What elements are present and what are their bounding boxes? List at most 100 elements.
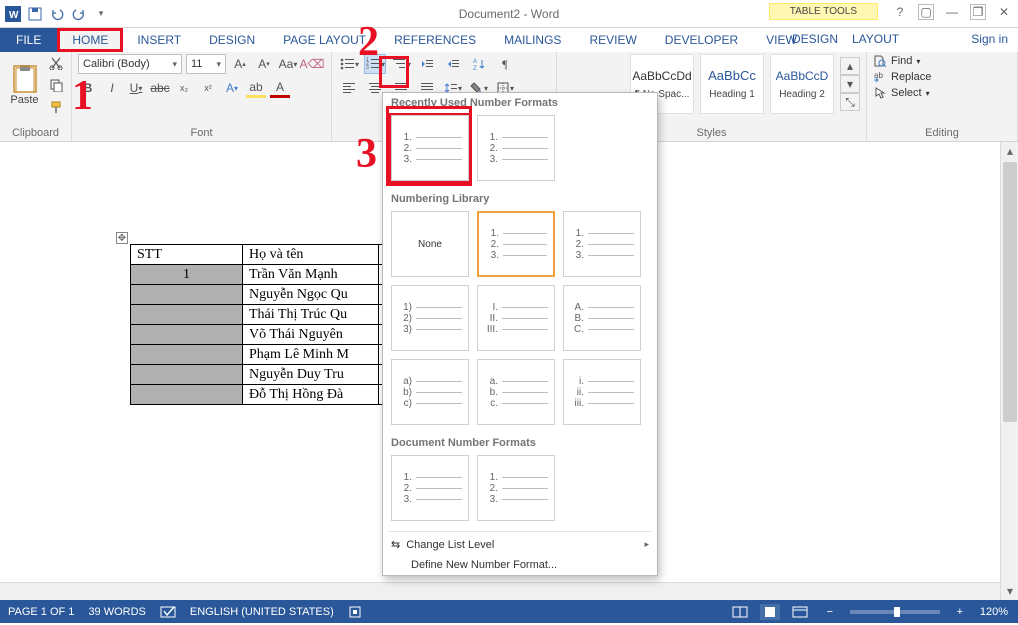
underline-button[interactable]: U▾ xyxy=(126,78,146,98)
sort-button[interactable]: AZ xyxy=(468,54,490,74)
tab-mailings[interactable]: MAILINGS xyxy=(490,28,575,52)
font-size-combo[interactable]: 11▾ xyxy=(186,54,226,74)
table-cell[interactable] xyxy=(131,365,243,385)
font-family-combo[interactable]: Calibri (Body)▾ xyxy=(78,54,182,74)
text-effects-icon[interactable]: A▾ xyxy=(222,78,242,98)
table-cell[interactable] xyxy=(131,285,243,305)
table-cell[interactable] xyxy=(131,305,243,325)
zoom-out-icon[interactable]: − xyxy=(820,604,840,620)
undo-icon[interactable] xyxy=(48,5,66,23)
multilevel-list-button[interactable]: ▾ xyxy=(390,54,412,74)
table-header-cell[interactable]: Họ và tên xyxy=(243,245,379,265)
cut-icon[interactable] xyxy=(47,54,65,72)
replace-button[interactable]: ab Replace xyxy=(873,70,931,84)
table-cell[interactable]: Nguyễn Ngọc Qu xyxy=(243,285,379,305)
signin-link[interactable]: Sign in xyxy=(971,32,1008,46)
font-color-icon[interactable]: A xyxy=(270,78,290,98)
table-cell[interactable]: Đỗ Thị Hồng Đà xyxy=(243,385,379,405)
show-marks-button[interactable]: ¶ xyxy=(494,54,516,74)
align-left-button[interactable] xyxy=(338,78,360,98)
highlight-icon[interactable]: ab xyxy=(246,78,266,98)
shrink-font-icon[interactable]: A▾ xyxy=(254,54,274,74)
restore-icon[interactable]: ❐ xyxy=(970,4,986,20)
copy-icon[interactable] xyxy=(47,76,65,94)
style-heading-1[interactable]: AaBbCc Heading 1 xyxy=(700,54,764,114)
scroll-thumb[interactable] xyxy=(1003,162,1017,422)
styles-expand-icon[interactable]: ⤡ xyxy=(840,93,860,111)
status-language[interactable]: ENGLISH (UNITED STATES) xyxy=(190,606,334,618)
numbering-option-lib-8[interactable]: i. ii. iii. xyxy=(563,359,641,425)
minimize-icon[interactable]: — xyxy=(944,4,960,20)
zoom-slider[interactable] xyxy=(850,610,940,614)
status-words[interactable]: 39 WORDS xyxy=(88,606,145,618)
clear-formatting-icon[interactable]: A⌫ xyxy=(302,54,322,74)
styles-scroll-down-icon[interactable]: ▾ xyxy=(840,75,860,93)
table-cell[interactable]: Thái Thị Trúc Qu xyxy=(243,305,379,325)
tab-home[interactable]: HOME xyxy=(57,28,123,52)
numbering-option-lib-6[interactable]: a) b) c) xyxy=(391,359,469,425)
numbering-option-lib-5[interactable]: A. B. C. xyxy=(563,285,641,351)
tab-references[interactable]: REFERENCES xyxy=(380,28,490,52)
define-new-number-format[interactable]: Define New Number Format... xyxy=(383,555,657,575)
numbering-option-lib-3[interactable]: 1) 2) 3) xyxy=(391,285,469,351)
close-icon[interactable]: ✕ xyxy=(996,4,1012,20)
numbering-option-recent-1[interactable]: 1. 2. 3. xyxy=(391,115,469,181)
table-cell[interactable]: Võ Thái Nguyên xyxy=(243,325,379,345)
horizontal-scrollbar[interactable] xyxy=(0,582,1000,600)
help-icon[interactable]: ? xyxy=(892,4,908,20)
tab-review[interactable]: REVIEW xyxy=(575,28,650,52)
subscript-button[interactable]: x₂ xyxy=(174,78,194,98)
qat-customize-icon[interactable]: ▾ xyxy=(92,5,110,23)
grow-font-icon[interactable]: A▴ xyxy=(230,54,250,74)
scroll-down-icon[interactable]: ▾ xyxy=(1001,582,1018,600)
superscript-button[interactable]: x² xyxy=(198,78,218,98)
tab-developer[interactable]: DEVELOPER xyxy=(651,28,752,52)
table-header-cell[interactable]: STT xyxy=(131,245,243,265)
change-list-level[interactable]: ⇆ Change List Level ▸ xyxy=(383,534,657,555)
numbering-option-lib-2[interactable]: 1. 2. 3. xyxy=(563,211,641,277)
table-cell[interactable] xyxy=(131,385,243,405)
scroll-up-icon[interactable]: ▴ xyxy=(1001,142,1018,160)
table-cell[interactable]: 1 xyxy=(131,265,243,285)
table-cell[interactable] xyxy=(131,325,243,345)
ribbon-options-icon[interactable]: ▢ xyxy=(918,4,934,20)
numbering-option-none[interactable]: None xyxy=(391,211,469,277)
redo-icon[interactable] xyxy=(70,5,88,23)
strikethrough-button[interactable]: abc xyxy=(150,78,170,98)
table-cell[interactable]: Phạm Lê Minh M xyxy=(243,345,379,365)
zoom-level[interactable]: 120% xyxy=(980,606,1008,618)
view-print-layout-icon[interactable] xyxy=(760,604,780,620)
table-cell[interactable]: Nguyễn Duy Tru xyxy=(243,365,379,385)
vertical-scrollbar[interactable]: ▴ ▾ xyxy=(1000,142,1018,600)
tab-design[interactable]: DESIGN xyxy=(195,28,269,52)
paste-button[interactable]: Paste xyxy=(6,54,43,116)
table-move-handle-icon[interactable]: ✥ xyxy=(116,232,128,244)
numbering-option-recent-2[interactable]: 1. 2. 3. xyxy=(477,115,555,181)
style-heading-2[interactable]: AaBbCcD Heading 2 xyxy=(770,54,834,114)
numbering-option-doc-2[interactable]: 1. 2. 3. xyxy=(477,455,555,521)
status-page[interactable]: PAGE 1 OF 1 xyxy=(8,606,74,618)
numbering-option-doc-1[interactable]: 1. 2. 3. xyxy=(391,455,469,521)
tab-insert[interactable]: INSERT xyxy=(123,28,195,52)
bullet-list-button[interactable]: ▾ xyxy=(338,54,360,74)
view-read-mode-icon[interactable] xyxy=(730,604,750,620)
find-button[interactable]: Find▾ xyxy=(873,54,931,68)
status-proofing-icon[interactable] xyxy=(160,605,176,619)
numbering-option-lib-1[interactable]: 1. 2. 3. xyxy=(477,211,555,277)
numbering-option-lib-7[interactable]: a. b. c. xyxy=(477,359,555,425)
decrease-indent-button[interactable] xyxy=(416,54,438,74)
format-painter-icon[interactable] xyxy=(47,98,65,116)
zoom-in-icon[interactable]: + xyxy=(950,604,970,620)
status-macro-icon[interactable] xyxy=(348,605,362,619)
tab-file[interactable]: FILE xyxy=(0,28,57,52)
table-cell[interactable]: Trần Văn Mạnh xyxy=(243,265,379,285)
tab-table-layout[interactable]: LAYOUT xyxy=(838,28,913,50)
view-web-layout-icon[interactable] xyxy=(790,604,810,620)
italic-button[interactable]: I xyxy=(102,78,122,98)
increase-indent-button[interactable] xyxy=(442,54,464,74)
change-case-icon[interactable]: Aa▾ xyxy=(278,54,298,74)
save-icon[interactable] xyxy=(26,5,44,23)
table-cell[interactable] xyxy=(131,345,243,365)
styles-scroll-up-icon[interactable]: ▴ xyxy=(840,57,860,75)
numbering-option-lib-4[interactable]: I. II. III. xyxy=(477,285,555,351)
